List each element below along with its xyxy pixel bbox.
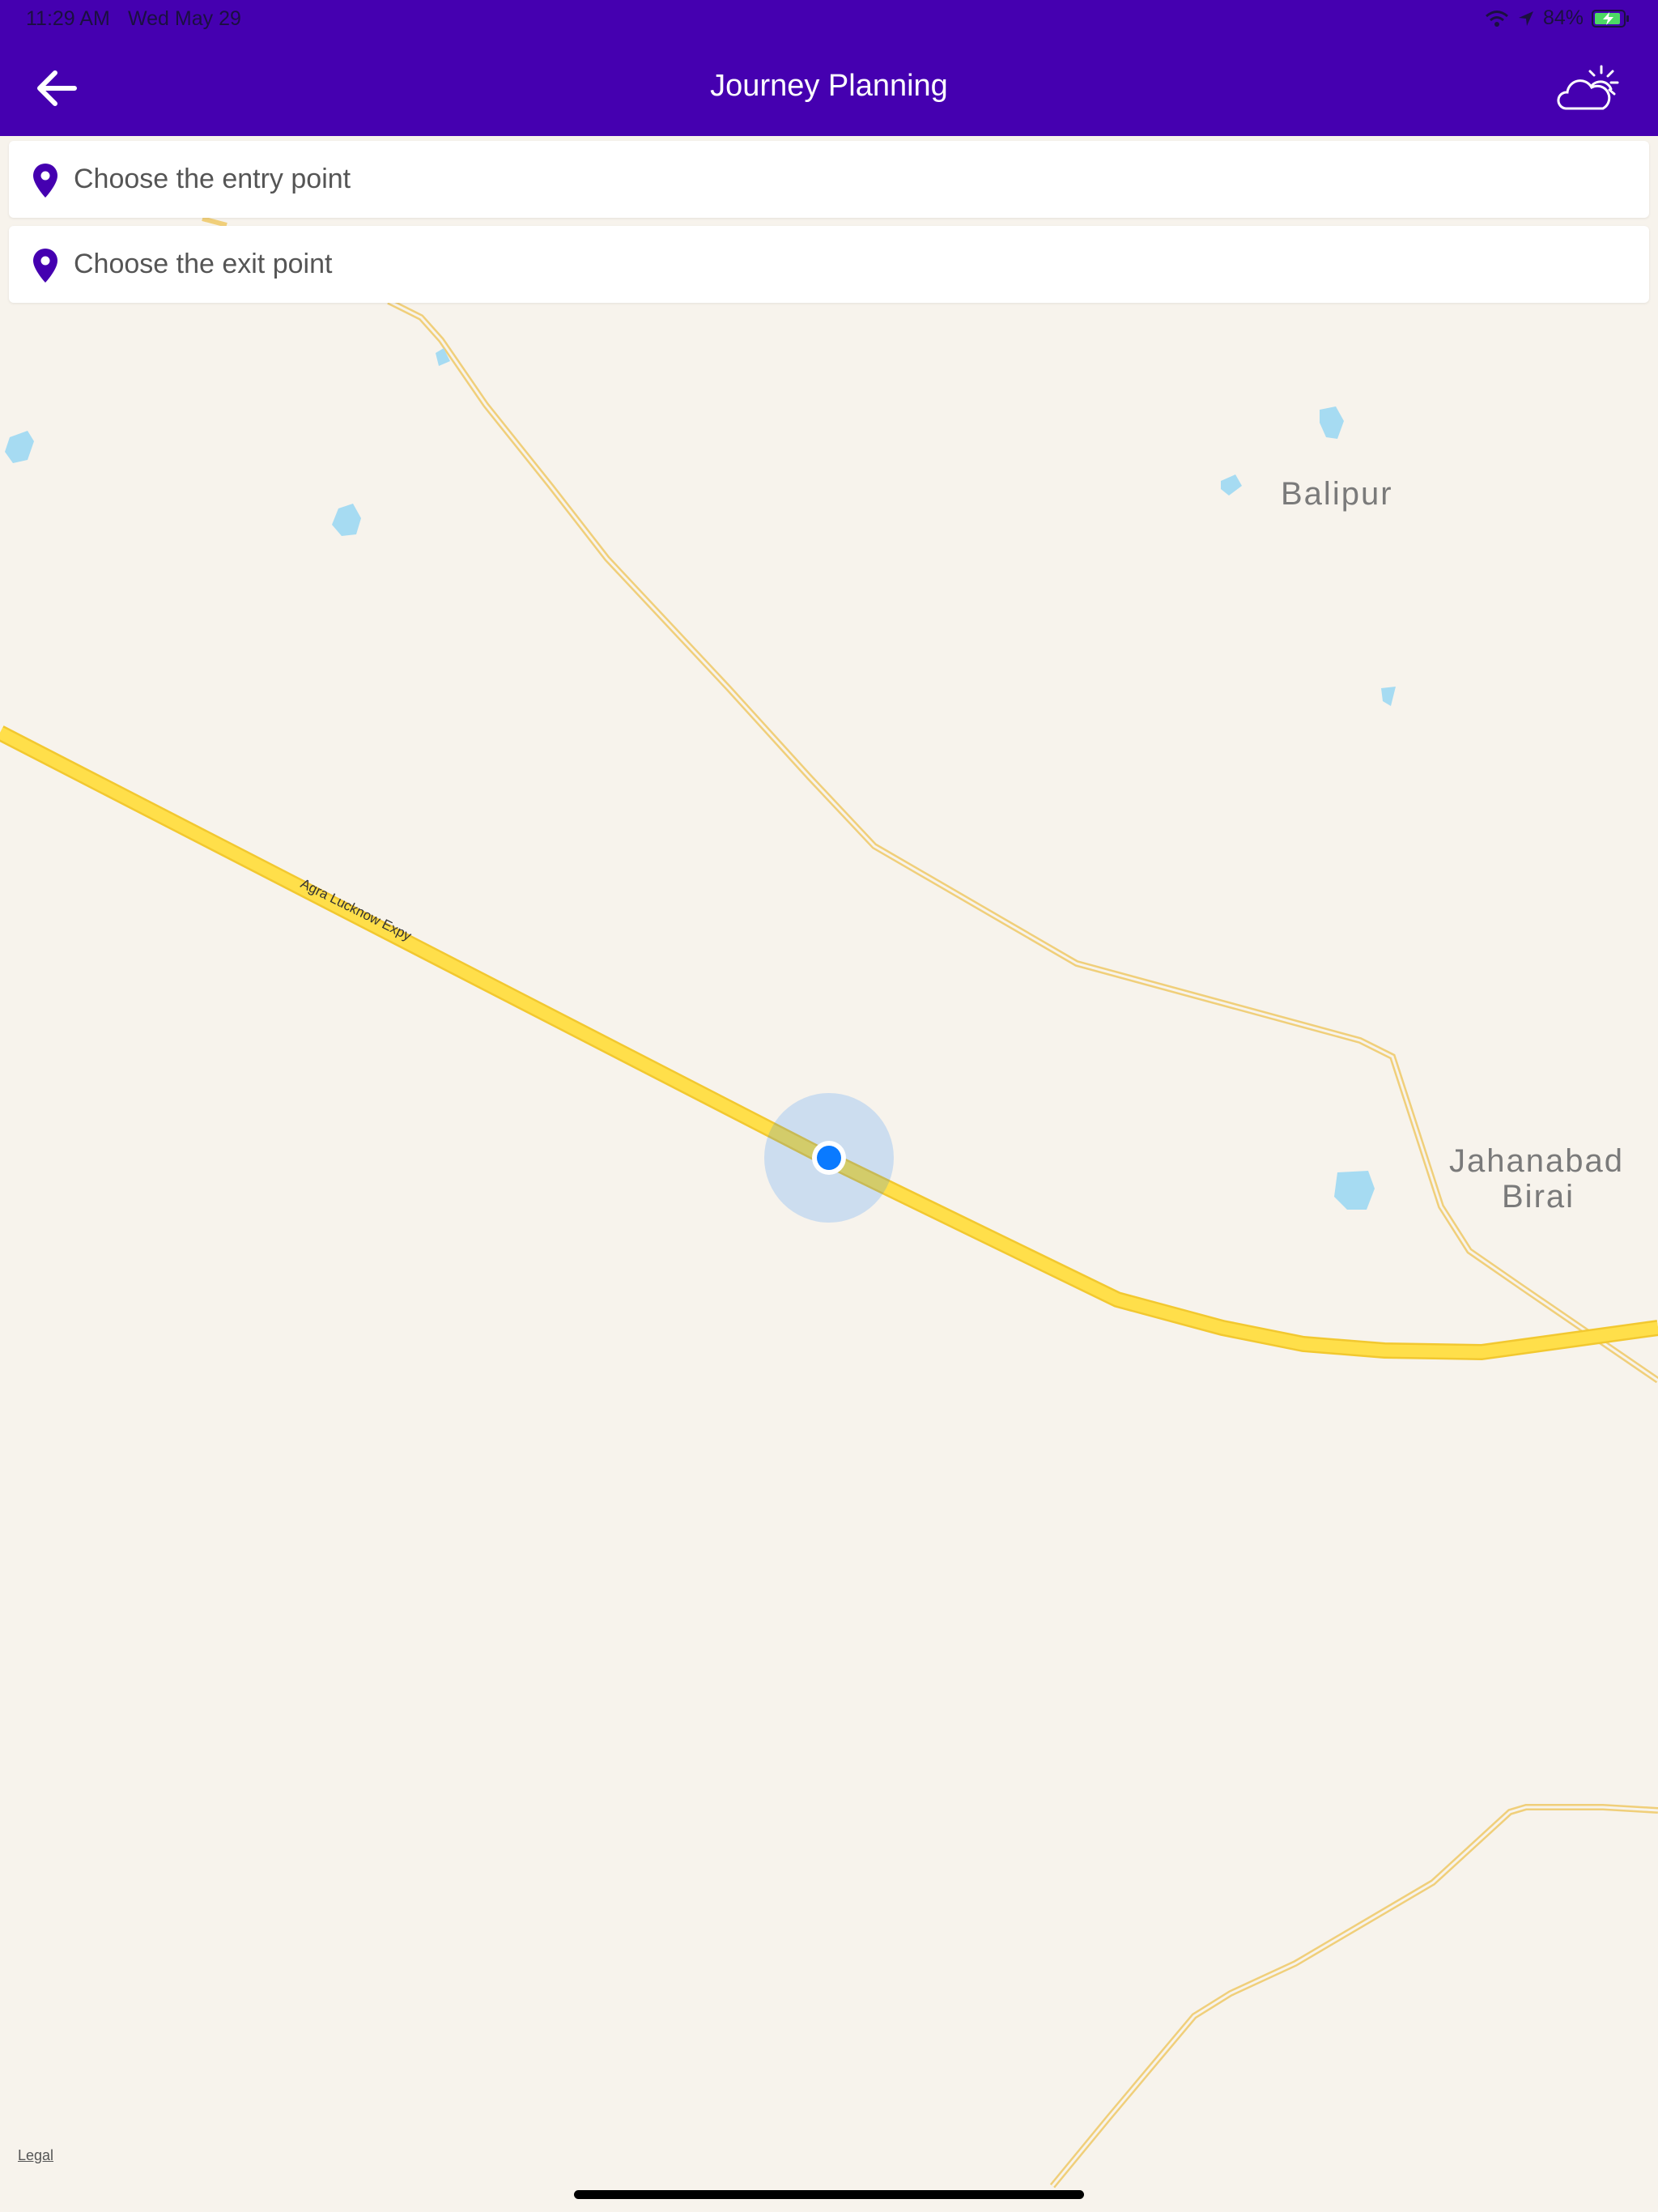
status-time: 11:29 AM: [26, 7, 110, 30]
place-label-birai: Birai: [1502, 1179, 1575, 1214]
exit-point-field[interactable]: Choose the exit point: [9, 226, 1649, 303]
map-pin-icon: [33, 164, 57, 198]
map-view[interactable]: Agra Lucknow Expy: [0, 0, 1658, 2212]
map-pin-icon: [33, 249, 57, 283]
status-indicators: 84%: [1485, 6, 1630, 30]
status-date: Wed May 29: [128, 7, 241, 30]
place-label-jahanabad: Jahanabad: [1449, 1143, 1624, 1179]
user-location-marker[interactable]: [764, 1093, 894, 1223]
wifi-icon: [1485, 10, 1508, 27]
partly-cloudy-icon: [1557, 65, 1619, 110]
battery-percent: 84%: [1542, 6, 1584, 29]
entry-point-field[interactable]: Choose the entry point: [9, 141, 1649, 218]
location-arrow-icon: [1518, 11, 1533, 26]
navigation-bar: Journey Planning: [0, 40, 1658, 136]
entry-point-placeholder: Choose the entry point: [74, 164, 351, 194]
exit-point-placeholder: Choose the exit point: [74, 249, 333, 279]
page-title: Journey Planning: [710, 69, 948, 103]
status-bar: 11:29 AM Wed May 29 84%: [0, 0, 1658, 40]
home-indicator: [574, 2190, 1084, 2199]
weather-button[interactable]: [1554, 63, 1622, 117]
legal-link[interactable]: Legal: [18, 2147, 53, 2164]
battery-charging-icon: [1592, 9, 1629, 28]
place-label-balipur: Balipur: [1281, 476, 1393, 512]
